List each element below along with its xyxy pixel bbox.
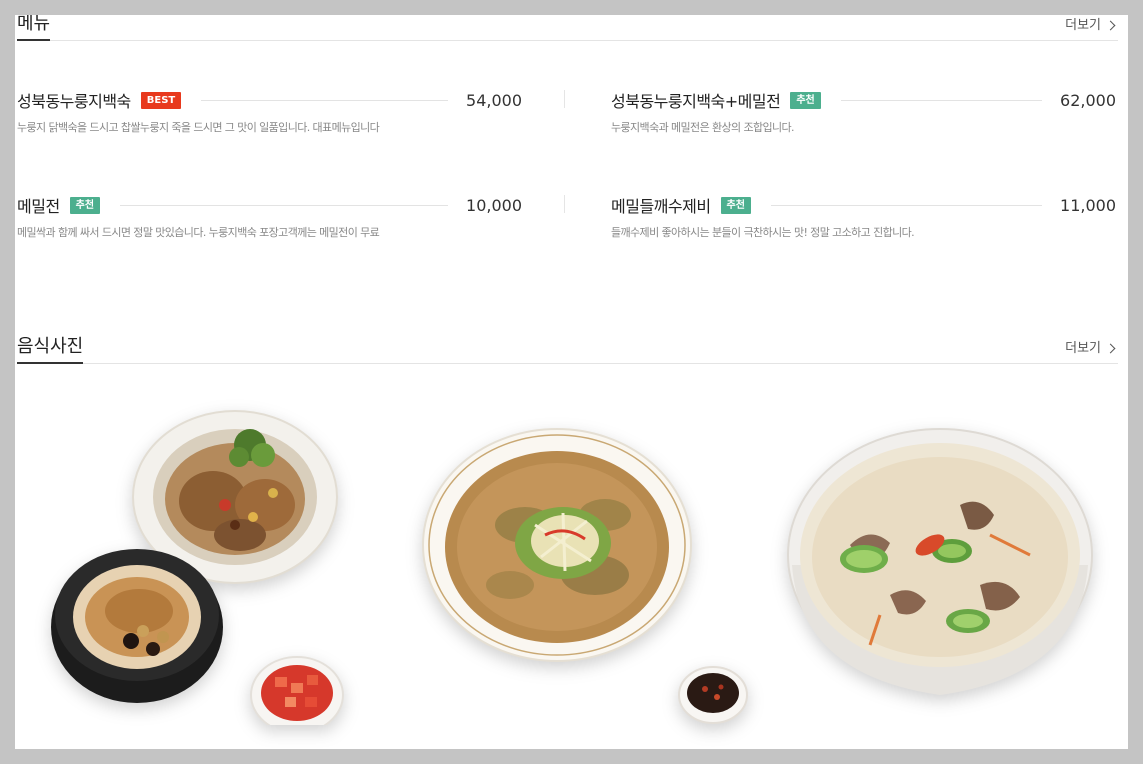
column-divider bbox=[564, 195, 565, 213]
baeksuk-set-photo[interactable] bbox=[35, 405, 355, 725]
photo-more-label: 더보기 bbox=[1065, 341, 1101, 356]
menu-item-name: 메밀전 bbox=[17, 197, 60, 216]
recommend-badge: 추천 bbox=[69, 196, 101, 214]
chevron-right-icon bbox=[1105, 20, 1116, 31]
menu-item-description: 메밀싹과 함께 싸서 드시면 정말 맛있습니다. 누룽지백숙 포장고객께는 메밀… bbox=[17, 226, 380, 239]
divider-line bbox=[201, 99, 449, 101]
chevron-right-icon bbox=[1105, 343, 1116, 354]
divider-line bbox=[120, 204, 449, 206]
menu-more-label: 더보기 bbox=[1065, 18, 1101, 33]
menu-item[interactable]: 메밀들깨수제비 추천 11,000 들깨수제비 좋아하시는 분들이 극찬하시는 … bbox=[611, 194, 1116, 254]
menu-item-description: 누룽지백숙과 메밀전은 환상의 조합입니다. bbox=[611, 121, 795, 134]
menu-item-price: 11,000 bbox=[1060, 195, 1116, 215]
divider-line bbox=[840, 99, 1043, 101]
menu-section-header: 메뉴 더보기 bbox=[17, 15, 1118, 41]
best-badge: BEST bbox=[140, 91, 182, 109]
page-content: 메뉴 더보기 성북동누룽지백숙 BEST 54,000 누룽지 닭백숙을 드시고… bbox=[15, 15, 1128, 749]
menu-more-link[interactable]: 더보기 bbox=[1065, 18, 1116, 33]
menu-item-description: 들깨수제비 좋아하시는 분들이 극찬하시는 맛! 정말 고소하고 진합니다. bbox=[611, 226, 915, 239]
photo-more-link[interactable]: 더보기 bbox=[1065, 341, 1116, 356]
menu-item-name: 메밀들깨수제비 bbox=[611, 197, 711, 216]
recommend-badge: 추천 bbox=[720, 196, 751, 214]
perilla-sujebi-photo[interactable] bbox=[780, 425, 1100, 725]
menu-item[interactable]: 성북동누룽지백숙+메밀전 추천 62,000 누룽지백숙과 메밀전은 환상의 조… bbox=[611, 89, 1116, 149]
photo-section-title: 음식사진 bbox=[17, 338, 84, 364]
menu-item-price: 54,000 bbox=[466, 90, 522, 110]
photo-section-header: 음식사진 더보기 bbox=[17, 338, 1118, 364]
menu-item-price: 10,000 bbox=[466, 195, 522, 215]
menu-item-name: 성북동누룽지백숙 bbox=[17, 92, 131, 111]
column-divider bbox=[564, 90, 565, 108]
menu-item-description: 누룽지 닭백숙을 드시고 찹쌀누룽지 죽을 드시면 그 맛이 일품입니다. 대표… bbox=[17, 121, 380, 134]
menu-item-price: 62,000 bbox=[1060, 90, 1116, 110]
divider-line bbox=[770, 204, 1043, 206]
menu-item-name: 성북동누룽지백숙+메밀전 bbox=[611, 92, 781, 111]
menu-item[interactable]: 성북동누룽지백숙 BEST 54,000 누룽지 닭백숙을 드시고 찹쌀누룽지 … bbox=[17, 89, 522, 149]
menu-section-title: 메뉴 bbox=[17, 15, 51, 41]
recommend-badge: 추천 bbox=[790, 91, 821, 109]
buckwheat-pancake-photo[interactable] bbox=[415, 425, 755, 725]
menu-item[interactable]: 메밀전 추천 10,000 메밀싹과 함께 싸서 드시면 정말 맛있습니다. 누… bbox=[17, 194, 522, 254]
